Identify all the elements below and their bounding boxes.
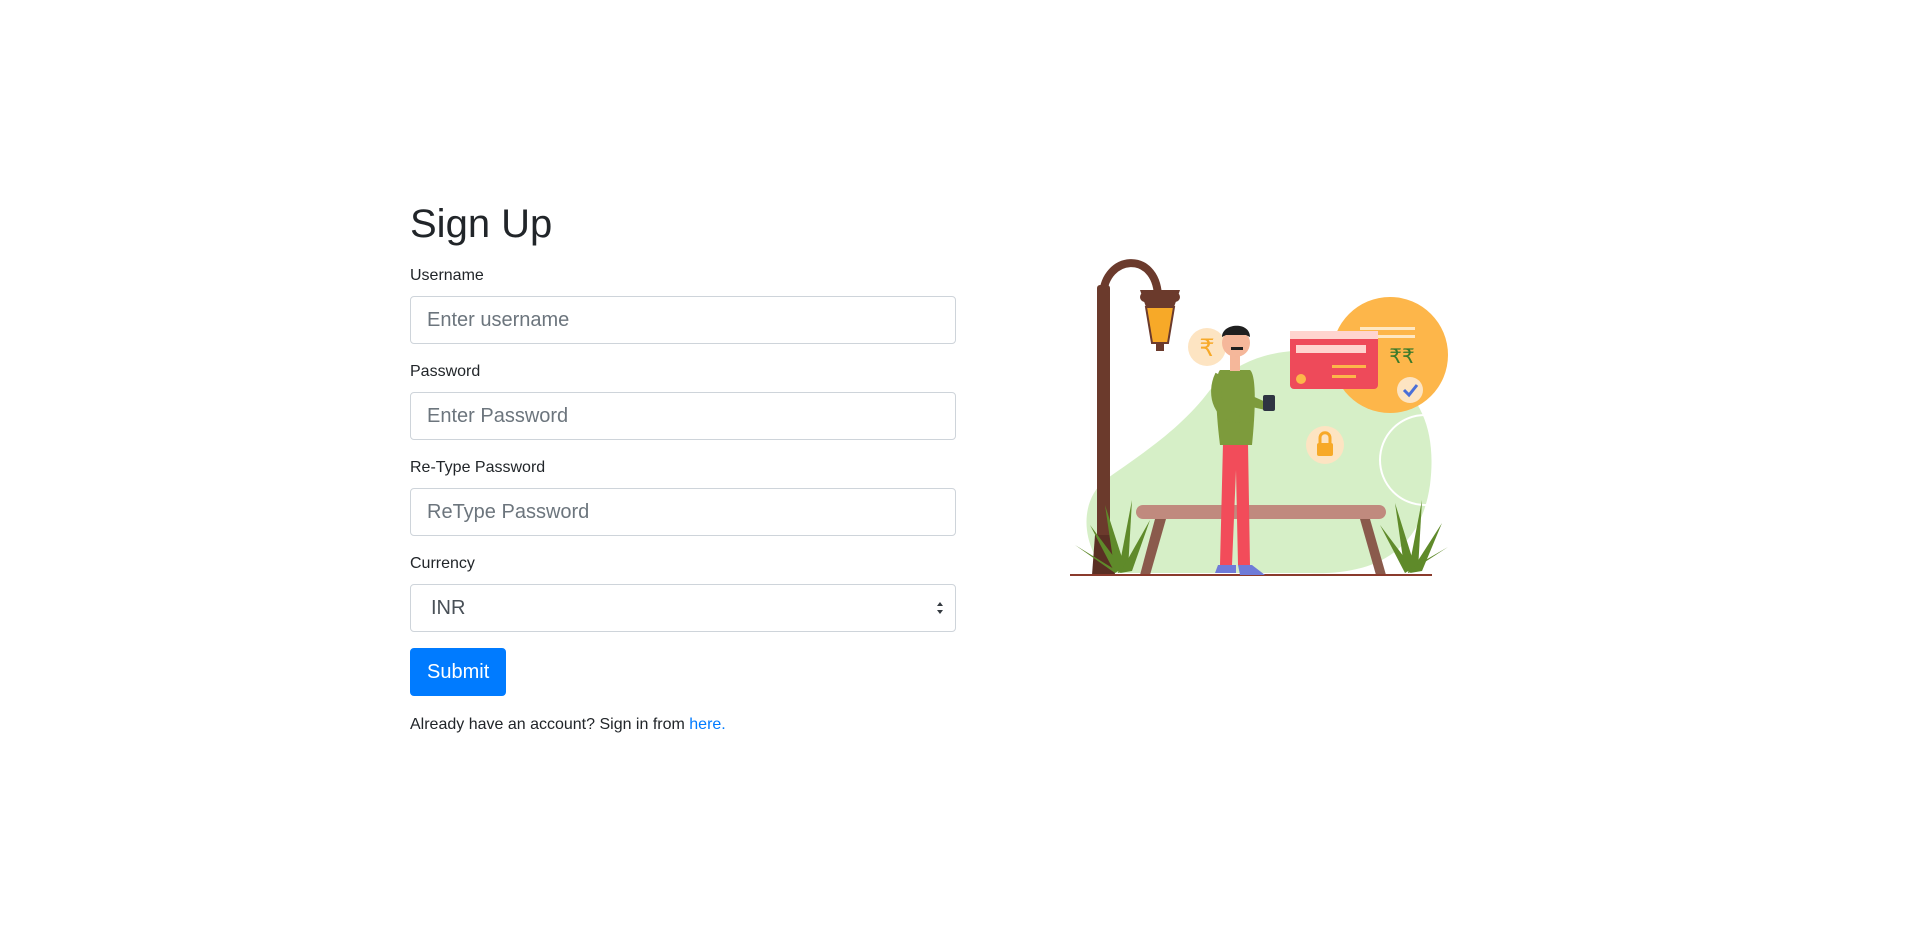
submit-button[interactable]: Submit [410,648,507,696]
page-title: Sign Up [410,202,553,246]
username-input[interactable] [410,296,956,344]
retype-password-label: Re-Type Password [410,459,546,476]
username-group: Username [410,264,956,344]
username-label: Username [410,267,484,284]
currency-select[interactable]: INR [410,584,956,632]
signup-page: Sign Up Username Password Re-Type Passwo… [0,0,1920,942]
retype-password-group: Re-Type Password [410,456,956,536]
currency-select-value[interactable]: INR [410,584,956,632]
signin-link[interactable]: here. [689,716,725,733]
select-arrows-icon [937,602,943,614]
retype-password-input[interactable] [410,488,956,536]
card-currency-symbols: ₹₹ [1389,344,1414,368]
signup-form: Sign Up Username Password Re-Type Passwo… [410,200,956,734]
signin-prompt-text: Already have an account? Sign in from [410,716,690,733]
password-label: Password [410,363,481,380]
password-group: Password [410,360,956,440]
currency-label: Currency [410,555,475,572]
password-input[interactable] [410,392,956,440]
rupee-coin-icon: ₹ [1188,328,1226,366]
rupee-symbol: ₹ [1199,334,1214,362]
currency-group: Currency INR [410,552,956,632]
lock-icon [1306,426,1344,464]
payment-illustration: ₹ ₹₹ [1070,259,1450,576]
signin-prompt: Already have an account? Sign in from he… [410,716,956,734]
